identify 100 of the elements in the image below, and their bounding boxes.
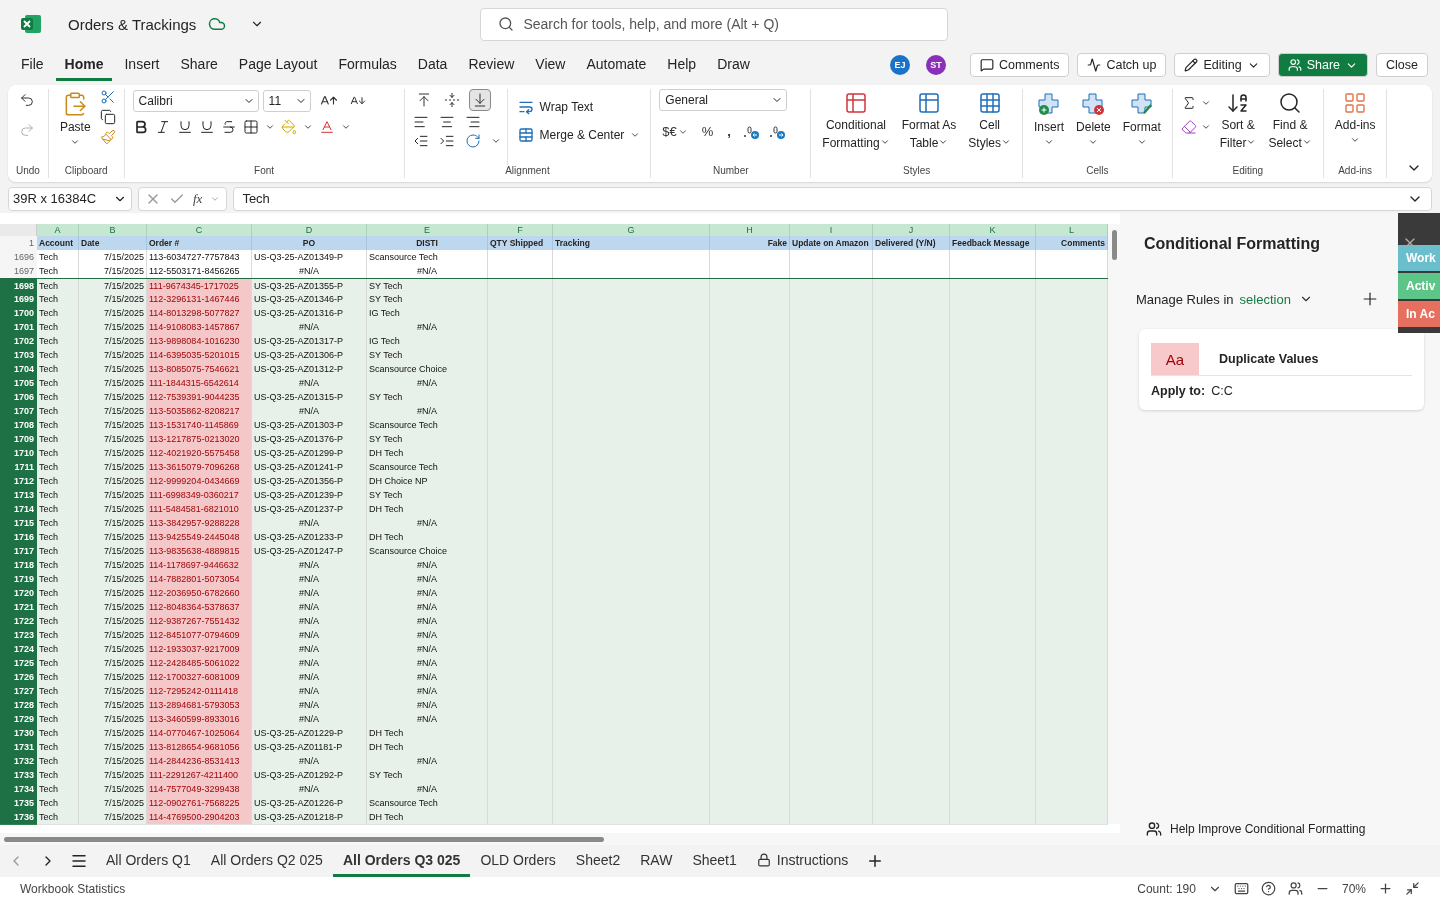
rule-card[interactable]: Aa Duplicate Values Apply to: C:C	[1139, 329, 1424, 410]
menu-tab[interactable]: Review	[459, 49, 524, 81]
font-color-icon[interactable]	[318, 119, 335, 135]
formula-input[interactable]: Tech	[233, 186, 1432, 211]
format-preview: Aa	[1151, 343, 1199, 375]
styles-button[interactable]: Format As Table	[898, 89, 960, 165]
feedback-link[interactable]: Help Improve Conditional Formatting	[1170, 822, 1366, 836]
user-avatar[interactable]: EJ	[889, 55, 910, 75]
menu-tab[interactable]: Insert	[115, 49, 169, 81]
align-right-icon[interactable]	[464, 114, 481, 130]
feedback-icon[interactable]	[1287, 881, 1303, 896]
styles-button[interactable]: Cell Styles	[965, 89, 1015, 165]
search-field[interactable]: Search for tools, help, and more (Alt + Q)	[480, 7, 949, 41]
cells-button[interactable]: Delete	[1073, 89, 1114, 165]
sheet-tab[interactable]: RAW	[630, 845, 683, 877]
cloud-icon[interactable]	[208, 15, 227, 33]
close-button[interactable]: Close	[1376, 53, 1428, 77]
currency-format-button[interactable]: $€	[659, 121, 691, 142]
add-ins-button[interactable]: Add-ins	[1331, 89, 1379, 165]
menu-tab[interactable]: Home	[55, 49, 113, 81]
comma-style-button[interactable]: ,	[724, 121, 734, 142]
menu-tab[interactable]: Page Layout	[229, 49, 327, 81]
decrease-decimal-icon[interactable]	[741, 123, 760, 140]
vertical-scrollbar[interactable]	[1108, 224, 1120, 824]
scroll-thumb[interactable]	[1111, 230, 1117, 260]
double-underline-icon[interactable]	[198, 119, 215, 135]
menu-icon[interactable]	[70, 852, 88, 870]
increase-decimal-icon[interactable]	[767, 123, 786, 140]
row-number[interactable]: 1736	[0, 810, 37, 825]
feedback-icon[interactable]	[1146, 821, 1162, 837]
align-center-icon[interactable]	[438, 114, 455, 130]
indent-decrease-icon[interactable]	[412, 133, 429, 149]
underline-icon[interactable]	[176, 119, 193, 135]
status-tab[interactable]: In Ac	[1398, 301, 1440, 327]
find-select-button[interactable]: Find & Select	[1265, 89, 1315, 165]
insert-function-button[interactable]: fx	[193, 190, 203, 207]
menu-tab[interactable]: Share	[171, 49, 227, 81]
sort-filter-button[interactable]: Sort & Filter	[1216, 89, 1260, 165]
caret-icon	[70, 137, 81, 147]
styles-button[interactable]: Conditional Formatting	[819, 89, 893, 165]
collapse-icon[interactable]	[1405, 881, 1420, 896]
caret-icon	[1136, 137, 1147, 147]
share-button[interactable]: Share	[1277, 53, 1369, 77]
catch-up-button[interactable]: Catch up	[1077, 53, 1167, 77]
activity-icon	[1087, 58, 1102, 72]
people-icon	[1287, 58, 1302, 72]
document-title[interactable]: Orders & Trackings	[68, 15, 197, 33]
scope-dropdown[interactable]: selection	[1239, 291, 1313, 307]
borders-icon[interactable]	[242, 119, 259, 135]
scroll-thumb[interactable]	[4, 836, 604, 842]
strikethrough-icon[interactable]	[220, 119, 237, 135]
table-icon[interactable]	[843, 91, 868, 115]
sheet-tab[interactable]: All Orders Q2 025	[200, 845, 333, 877]
sheet-tab[interactable]: Sheet2	[565, 845, 631, 877]
help-icon[interactable]	[1260, 881, 1276, 896]
percent-format-button[interactable]: %	[698, 121, 717, 142]
menu-tab[interactable]: Data	[408, 49, 457, 81]
menu-tab[interactable]: Draw	[708, 49, 759, 81]
menu-tab[interactable]: Formulas	[329, 49, 406, 81]
menu-tab[interactable]: Automate	[577, 49, 656, 81]
spreadsheet-app-icon[interactable]	[20, 13, 42, 35]
copy-icon[interactable]	[99, 109, 116, 125]
menu-tab[interactable]: File	[12, 49, 53, 81]
text-orientation-icon[interactable]	[464, 133, 481, 149]
keyboard-icon[interactable]	[1233, 881, 1249, 896]
name-box[interactable]: 39R x 16384C	[8, 186, 132, 211]
cells-button[interactable]: Format	[1119, 89, 1164, 165]
indent-increase-icon[interactable]	[438, 133, 455, 149]
delete-cells-icon[interactable]	[1080, 91, 1107, 117]
cells-button[interactable]: Insert	[1031, 89, 1068, 165]
format-cells-icon[interactable]	[1128, 91, 1155, 117]
menu-tab[interactable]: View	[526, 49, 575, 81]
caret-icon	[938, 137, 949, 147]
menu-tab[interactable]: Help	[658, 49, 706, 81]
font-size-dropdown[interactable]: 11	[262, 90, 311, 112]
paste-button[interactable]: Paste	[56, 89, 94, 165]
wrap-text-button[interactable]: Wrap Text	[515, 97, 596, 117]
sheet-tab[interactable]: Instructions	[746, 845, 859, 877]
sheet-tab[interactable]: Sheet1	[682, 845, 747, 877]
font-family-dropdown[interactable]: Calibri	[132, 90, 259, 112]
scissors-icon[interactable]	[99, 89, 116, 105]
align-left-icon[interactable]	[412, 114, 429, 130]
editing-mode-button[interactable]: Editing	[1174, 53, 1270, 77]
grid-icon[interactable]	[977, 91, 1002, 115]
eraser-icon[interactable]	[1180, 119, 1197, 135]
zoom-level[interactable]: 70%	[1341, 881, 1366, 896]
workbook-statistics[interactable]: Workbook Statistics	[20, 881, 126, 896]
fill-color-icon[interactable]	[280, 119, 297, 135]
sheet-tab[interactable]: OLD Orders	[470, 845, 566, 877]
comments-button[interactable]: Comments	[969, 53, 1070, 77]
number-format-dropdown[interactable]: General	[659, 89, 788, 111]
count-summary[interactable]: Count: 190	[1137, 881, 1196, 896]
zoom-in-icon[interactable]	[1378, 881, 1393, 896]
user-avatar[interactable]: ST	[925, 55, 946, 75]
table-cell: DH Tech	[367, 810, 488, 825]
horizontal-scrollbar[interactable]	[0, 833, 1120, 845]
search-icon[interactable]	[1278, 91, 1303, 115]
table-icon[interactable]	[917, 91, 941, 115]
sheet-tab[interactable]: All Orders Q1	[96, 845, 201, 877]
merge-center-button[interactable]: Merge & Center	[515, 125, 643, 145]
